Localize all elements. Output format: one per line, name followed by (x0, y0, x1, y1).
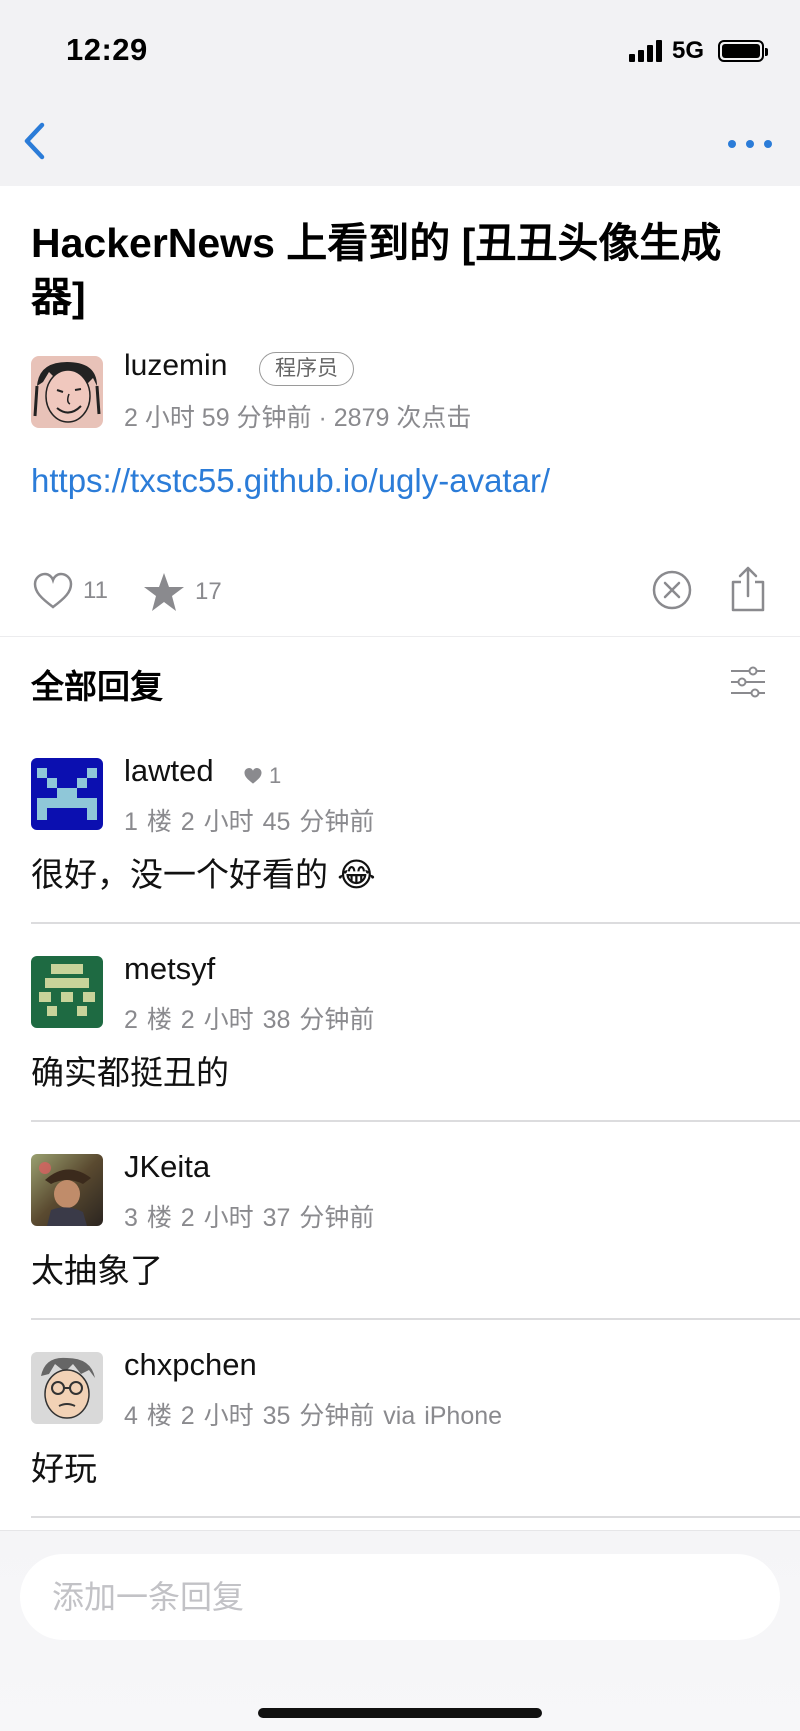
author-name[interactable]: luzemin (124, 349, 227, 383)
back-button[interactable] (12, 116, 62, 166)
reply-item[interactable]: JKeita 3 楼 2 小时 37 分钟前 太抽象了 (0, 1149, 800, 1352)
character-avatar-image (31, 1154, 103, 1226)
cartoon-face-avatar-image (31, 1352, 103, 1424)
reply-avatar[interactable] (31, 1352, 103, 1424)
topic-meta: 2 小时 59 分钟前 · 2879 次点击 (124, 404, 472, 432)
reply-item[interactable]: lawted 1 1 楼 2 小时 45 分钟前 很好，没一个好看的 😂 (0, 753, 800, 956)
reply-divider (31, 922, 800, 924)
chevron-left-icon (24, 122, 45, 160)
reply-content: 很好，没一个好看的 😂 (31, 856, 376, 893)
battery-icon (718, 40, 768, 62)
reply-username[interactable]: metsyf (124, 951, 215, 987)
ugly-face-avatar-image (31, 356, 103, 428)
reply-floor-time: 2 楼 2 小时 38 分钟前 (124, 1006, 375, 1034)
reply-divider (31, 1318, 800, 1320)
reply-content: 太抽象了 (31, 1252, 163, 1289)
author-avatar[interactable] (31, 356, 103, 428)
heart-outline-icon (33, 572, 73, 609)
status-bar: 12:29 5G (0, 0, 800, 100)
reply-floor-time: 3 楼 2 小时 37 分钟前 (124, 1204, 375, 1232)
reply-like-badge: 1 (243, 763, 281, 789)
like-count: 11 (83, 577, 108, 604)
more-options-button[interactable] (722, 124, 778, 164)
navigation-bar (0, 100, 800, 186)
reply-avatar[interactable] (31, 956, 103, 1028)
reply-compose-bar (0, 1530, 800, 1731)
topic-link[interactable]: https://txstc55.github.io/ugly-avatar/ (31, 462, 550, 500)
topic-title: HackerNews 上看到的 [丑丑头像生成器] (31, 220, 722, 320)
sliders-icon (731, 666, 765, 698)
reply-divider (31, 1516, 800, 1518)
reply-floor-time: 1 楼 2 小时 45 分钟前 (124, 808, 375, 836)
favorite-count: 17 (195, 578, 222, 605)
network-type: 5G (671, 37, 704, 64)
reply-like-count: 1 (269, 763, 282, 788)
author-tag-badge: 程序员 (259, 352, 354, 386)
topic-actions: 11 17 (0, 552, 800, 632)
reply-floor-time: 4 楼 2 小时 35 分钟前 via iPhone (124, 1402, 503, 1430)
status-time: 12:29 (66, 32, 148, 67)
ignore-topic-button[interactable] (652, 570, 692, 610)
cellular-signal-icon (628, 40, 662, 62)
like-button[interactable]: 11 (33, 572, 108, 610)
heart-icon (244, 767, 262, 784)
reply-avatar[interactable] (31, 1154, 103, 1226)
ellipsis-icon (728, 140, 772, 148)
filter-button[interactable] (728, 662, 768, 702)
reply-item[interactable]: chxpchen 4 楼 2 小时 35 分钟前 via iPhone 好玩 (0, 1347, 800, 1550)
reply-item[interactable]: metsyf 2 楼 2 小时 38 分钟前 确实都挺丑的 (0, 951, 800, 1154)
section-divider (0, 636, 800, 637)
star-icon (144, 573, 184, 611)
reply-username[interactable]: chxpchen (124, 1347, 257, 1383)
replies-header: 全部回复 (31, 668, 163, 705)
home-indicator (258, 1708, 542, 1718)
close-circle-icon (652, 570, 692, 610)
reply-username[interactable]: lawted (124, 753, 214, 789)
reply-divider (31, 1120, 800, 1122)
pixel-avatar-image (31, 758, 103, 830)
reply-avatar[interactable] (31, 758, 103, 830)
reply-content: 好玩 (31, 1450, 97, 1487)
reply-username[interactable]: JKeita (124, 1149, 210, 1185)
share-button[interactable] (728, 566, 768, 612)
favorite-button[interactable]: 17 (143, 572, 222, 612)
reply-content: 确实都挺丑的 (31, 1054, 229, 1091)
pixel-avatar-image (31, 956, 103, 1028)
share-icon (731, 566, 765, 612)
reply-input[interactable] (20, 1554, 780, 1640)
status-icons: 5G (628, 36, 768, 66)
